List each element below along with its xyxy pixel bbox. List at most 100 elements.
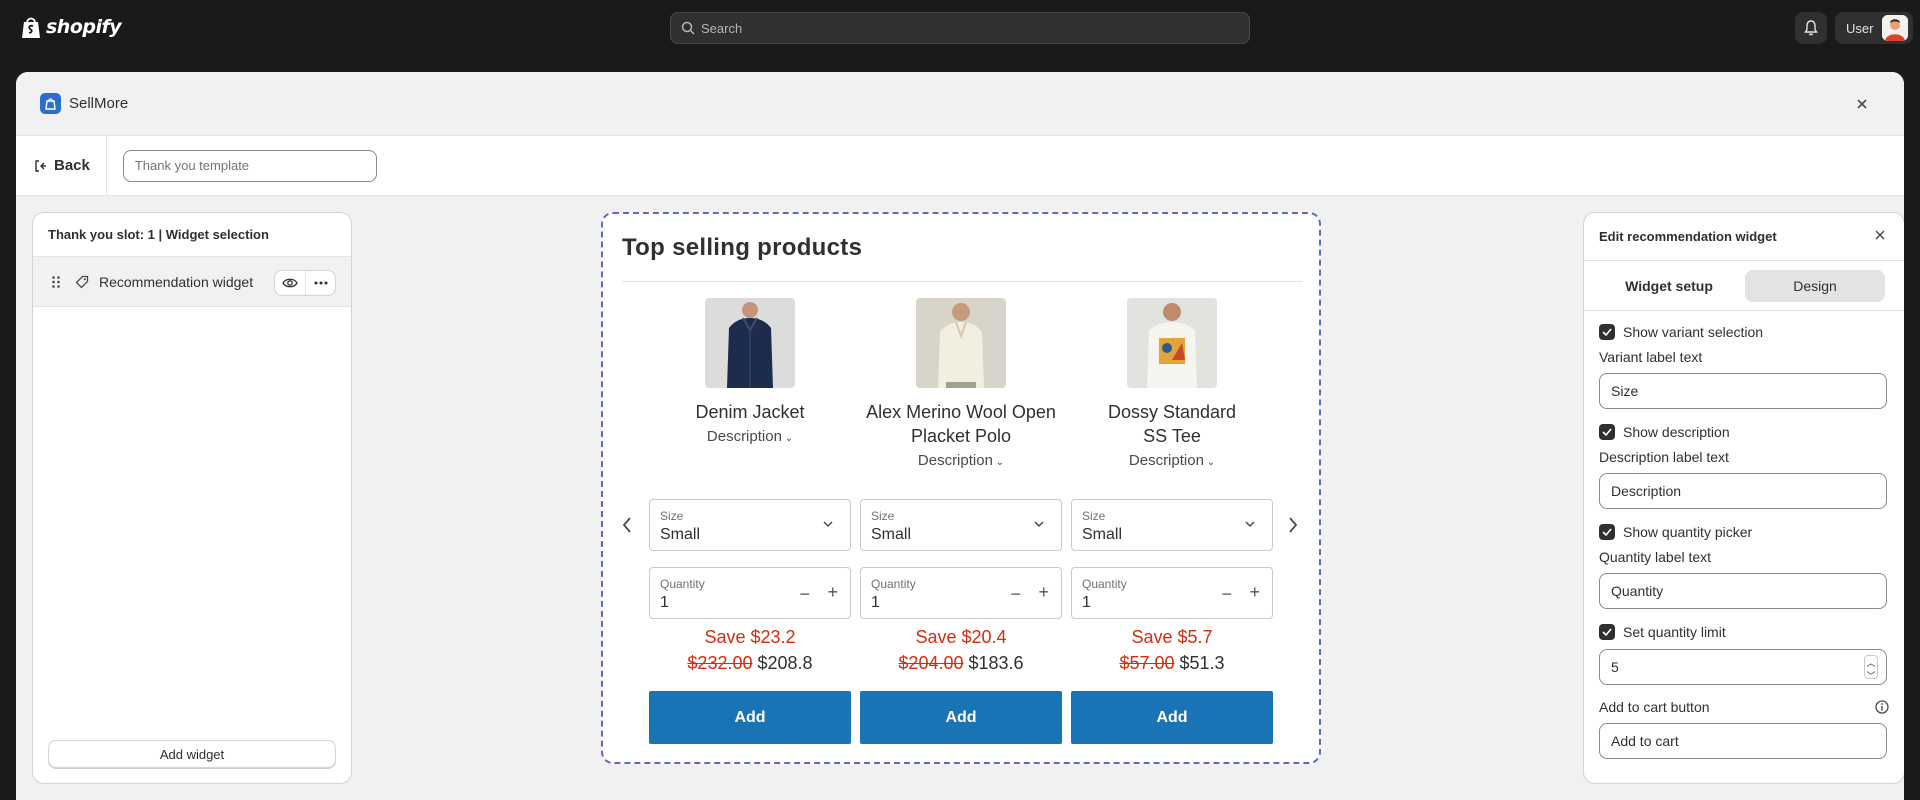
shopify-bag-icon [22,17,40,38]
bell-icon [1804,20,1818,36]
editor-toolbar: Back [16,135,1904,196]
size-label: Size [1082,509,1106,523]
size-select[interactable]: Size Small [649,499,851,551]
back-label: Back [54,157,90,174]
back-button[interactable]: Back [16,135,107,196]
search-input[interactable]: Search [670,12,1250,44]
checkbox-label: Set quantity limit [1623,624,1726,640]
quantity-stepper[interactable]: Quantity 1 − + [1071,567,1273,619]
add-to-cart-button[interactable]: Add [649,691,851,744]
panel-header: Edit recommendation widget [1584,213,1904,261]
quantity-stepper[interactable]: Quantity 1 − + [860,567,1062,619]
price-row: $232.00 $208.8 [649,653,851,674]
product-image[interactable] [1127,298,1217,388]
drag-handle-icon[interactable] [51,275,61,289]
description-toggle[interactable]: Description ⌄ [1071,452,1273,469]
minus-icon[interactable]: − [1010,584,1021,605]
product-card: Denim Jacket Description ⌄ [649,298,851,445]
quantity-limit-checkbox[interactable]: Set quantity limit [1599,621,1889,643]
modal-close-button[interactable] [1852,94,1872,114]
quantity-limit-value: 5 [1611,659,1619,675]
field-label: Add to cart button [1599,699,1710,715]
product-name: Dossy Standard SS Tee [1107,402,1237,446]
variant-label-input[interactable]: Size [1599,373,1887,409]
panel-title: Edit recommendation widget [1599,229,1777,244]
product-name: Denim Jacket [695,402,805,422]
chevron-right-icon [1289,517,1298,533]
panel-tabs: Widget setup Design [1584,261,1904,311]
add-to-cart-button[interactable]: Add [1071,691,1273,744]
tab-widget-setup[interactable]: Widget setup [1599,270,1739,302]
plus-icon[interactable]: + [827,582,838,603]
ellipsis-icon [314,281,327,285]
quantity-label: Quantity [1082,577,1127,591]
original-price: $204.00 [898,653,964,673]
eye-icon [282,278,298,288]
chevron-down-icon: ⌄ [1203,457,1216,468]
close-icon[interactable] [1874,229,1886,241]
checkmark-icon [1599,624,1615,640]
carousel-prev-button[interactable] [621,514,633,540]
divider [622,281,1302,282]
size-value: Small [871,526,912,543]
size-value: Small [1082,526,1123,543]
widget-selection-panel: Thank you slot: 1 | Widget selection Rec… [32,212,352,784]
tag-icon [75,275,89,288]
show-variant-checkbox[interactable]: Show variant selection [1599,321,1889,343]
search-icon [681,21,695,35]
chevron-down-icon[interactable]: ﹀ [1866,669,1875,682]
show-description-checkbox[interactable]: Show description [1599,421,1889,443]
tab-design[interactable]: Design [1745,269,1885,302]
sale-price: $183.6 [968,653,1024,673]
user-menu-button[interactable]: User [1835,12,1913,44]
info-icon[interactable] [1875,700,1889,714]
modal-header: SellMore [16,72,1904,136]
quantity-limit-input[interactable]: 5 ︿ ﹀ [1599,649,1887,685]
chevron-up-icon[interactable]: ︿ [1866,656,1875,669]
chevron-down-icon [1034,521,1044,528]
template-name-input[interactable] [122,149,377,182]
original-price: $57.00 [1119,653,1175,673]
product-card: Alex Merino Wool Open Placket Polo Descr… [860,298,1062,469]
plus-icon[interactable]: + [1038,582,1049,603]
widget-list-item[interactable]: Recommendation widget [33,257,351,307]
add-to-cart-label-input[interactable]: Add to cart [1599,723,1887,759]
more-actions-button[interactable] [305,271,335,295]
preview-toggle-button[interactable] [275,271,305,295]
size-label: Size [660,509,684,523]
carousel-next-button[interactable] [1287,514,1299,540]
size-select[interactable]: Size Small [1071,499,1273,551]
add-to-cart-button[interactable]: Add [860,691,1062,744]
number-stepper[interactable]: ︿ ﹀ [1864,655,1878,682]
add-widget-button[interactable]: Add widget [48,740,336,768]
close-icon [1857,99,1867,109]
quantity-value: 1 [660,594,669,611]
chevron-down-icon: ⌄ [781,433,794,444]
show-quantity-checkbox[interactable]: Show quantity picker [1599,521,1889,543]
checkbox-label: Show quantity picker [1623,524,1753,540]
minus-icon[interactable]: − [1221,584,1232,605]
minus-icon[interactable]: − [799,584,810,605]
product-image[interactable] [916,298,1006,388]
size-label: Size [871,509,895,523]
exit-icon [35,159,46,172]
top-bar: shopify Search User [0,0,1920,56]
description-toggle[interactable]: Description ⌄ [860,452,1062,469]
plus-icon[interactable]: + [1249,582,1260,603]
product-name: Alex Merino Wool Open Placket Polo [866,402,1056,446]
size-select[interactable]: Size Small [860,499,1062,551]
product-image[interactable] [705,298,795,388]
description-toggle[interactable]: Description ⌄ [649,428,851,445]
size-value: Small [660,526,701,543]
description-label-input[interactable]: Description [1599,473,1887,509]
app-name: SellMore [69,95,129,112]
avatar [1882,15,1909,41]
quantity-stepper[interactable]: Quantity 1 − + [649,567,851,619]
quantity-label-input[interactable]: Quantity [1599,573,1887,609]
notifications-button[interactable] [1795,12,1827,44]
shopify-logo[interactable]: shopify [20,15,122,39]
checkmark-icon [1599,524,1615,540]
description-label: Description [1128,452,1204,469]
quantity-value: 1 [1082,594,1091,611]
price-row: $204.00 $183.6 [860,653,1062,674]
